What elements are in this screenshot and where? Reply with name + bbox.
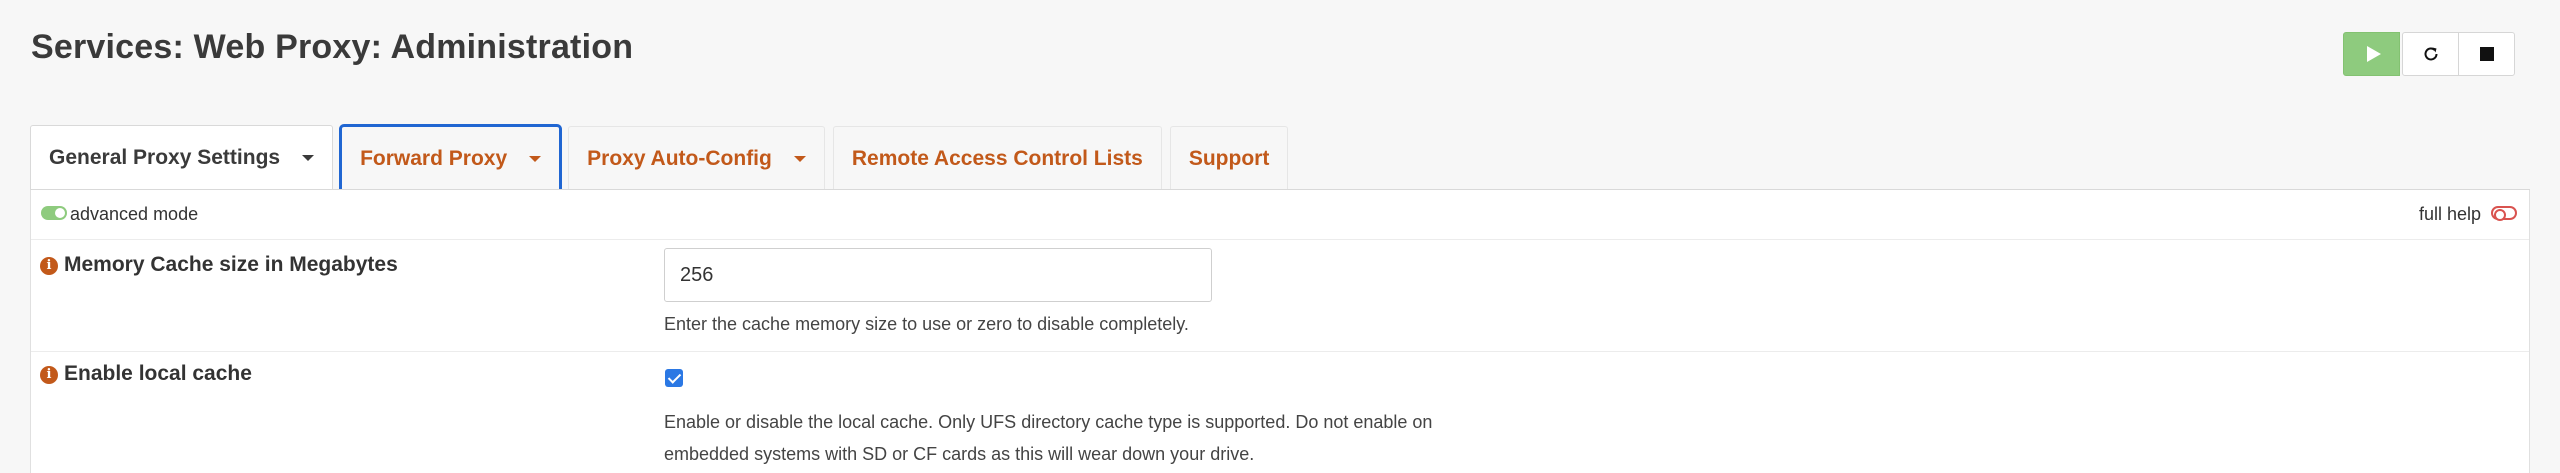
setting-row-memory-cache: i Memory Cache size in Megabytes 256 Ent… [31, 240, 2529, 352]
tab-label: General Proxy Settings [49, 146, 281, 169]
tab-forward-proxy[interactable]: Forward Proxy [339, 124, 563, 192]
full-help-toggle[interactable] [2491, 206, 2517, 221]
mode-toolbar: advanced mode full help [31, 190, 2529, 240]
settings-panel: advanced mode full help i Memory Cache s… [30, 190, 2530, 473]
setting-row-local-cache: i Enable local cache Enable or disable t… [31, 352, 2529, 473]
local-cache-checkbox[interactable] [665, 369, 683, 387]
stop-icon [2479, 47, 2494, 61]
local-cache-help-line1: Enable or disable the local cache. Only … [664, 412, 1433, 432]
caret-down-icon [302, 155, 315, 161]
info-icon[interactable]: i [40, 257, 58, 275]
tab-bar: General Proxy Settings Forward Proxy Pro… [30, 124, 1296, 192]
tab-label: Support [1188, 146, 1270, 170]
memory-cache-help: Enter the cache memory size to use or ze… [664, 314, 1189, 334]
caret-down-icon [793, 155, 806, 162]
memory-cache-label: Memory Cache size in Megabytes [64, 253, 398, 276]
local-cache-label: Enable local cache [64, 362, 252, 385]
stop-service-button[interactable] [2458, 32, 2515, 76]
start-service-button[interactable] [2343, 32, 2400, 76]
caret-down-icon [529, 155, 542, 162]
tab-general-proxy-settings[interactable]: General Proxy Settings [30, 125, 334, 190]
tab-remote-access-control-lists[interactable]: Remote Access Control Lists [832, 126, 1162, 190]
service-controls [2343, 32, 2515, 76]
page-title: Services: Web Proxy: Administration [31, 28, 634, 66]
restart-service-button[interactable] [2402, 32, 2459, 76]
tab-support[interactable]: Support [1169, 126, 1289, 190]
tab-label: Remote Access Control Lists [851, 146, 1143, 170]
advanced-mode-toggle[interactable] [41, 206, 67, 220]
page-header: Services: Web Proxy: Administration [0, 0, 2560, 100]
tab-proxy-auto-config[interactable]: Proxy Auto-Config [568, 126, 825, 190]
info-icon[interactable]: i [40, 366, 58, 384]
advanced-mode-label[interactable]: advanced mode [70, 204, 198, 225]
full-help-label[interactable]: full help [2419, 204, 2481, 225]
tab-label: Proxy Auto-Config [587, 146, 772, 170]
local-cache-help-line2: embedded systems with SD or CF cards as … [664, 444, 1255, 464]
play-icon [2366, 46, 2381, 62]
tab-label: Forward Proxy [360, 146, 508, 170]
restart-icon [2424, 47, 2437, 61]
memory-cache-input[interactable]: 256 [664, 248, 1212, 302]
